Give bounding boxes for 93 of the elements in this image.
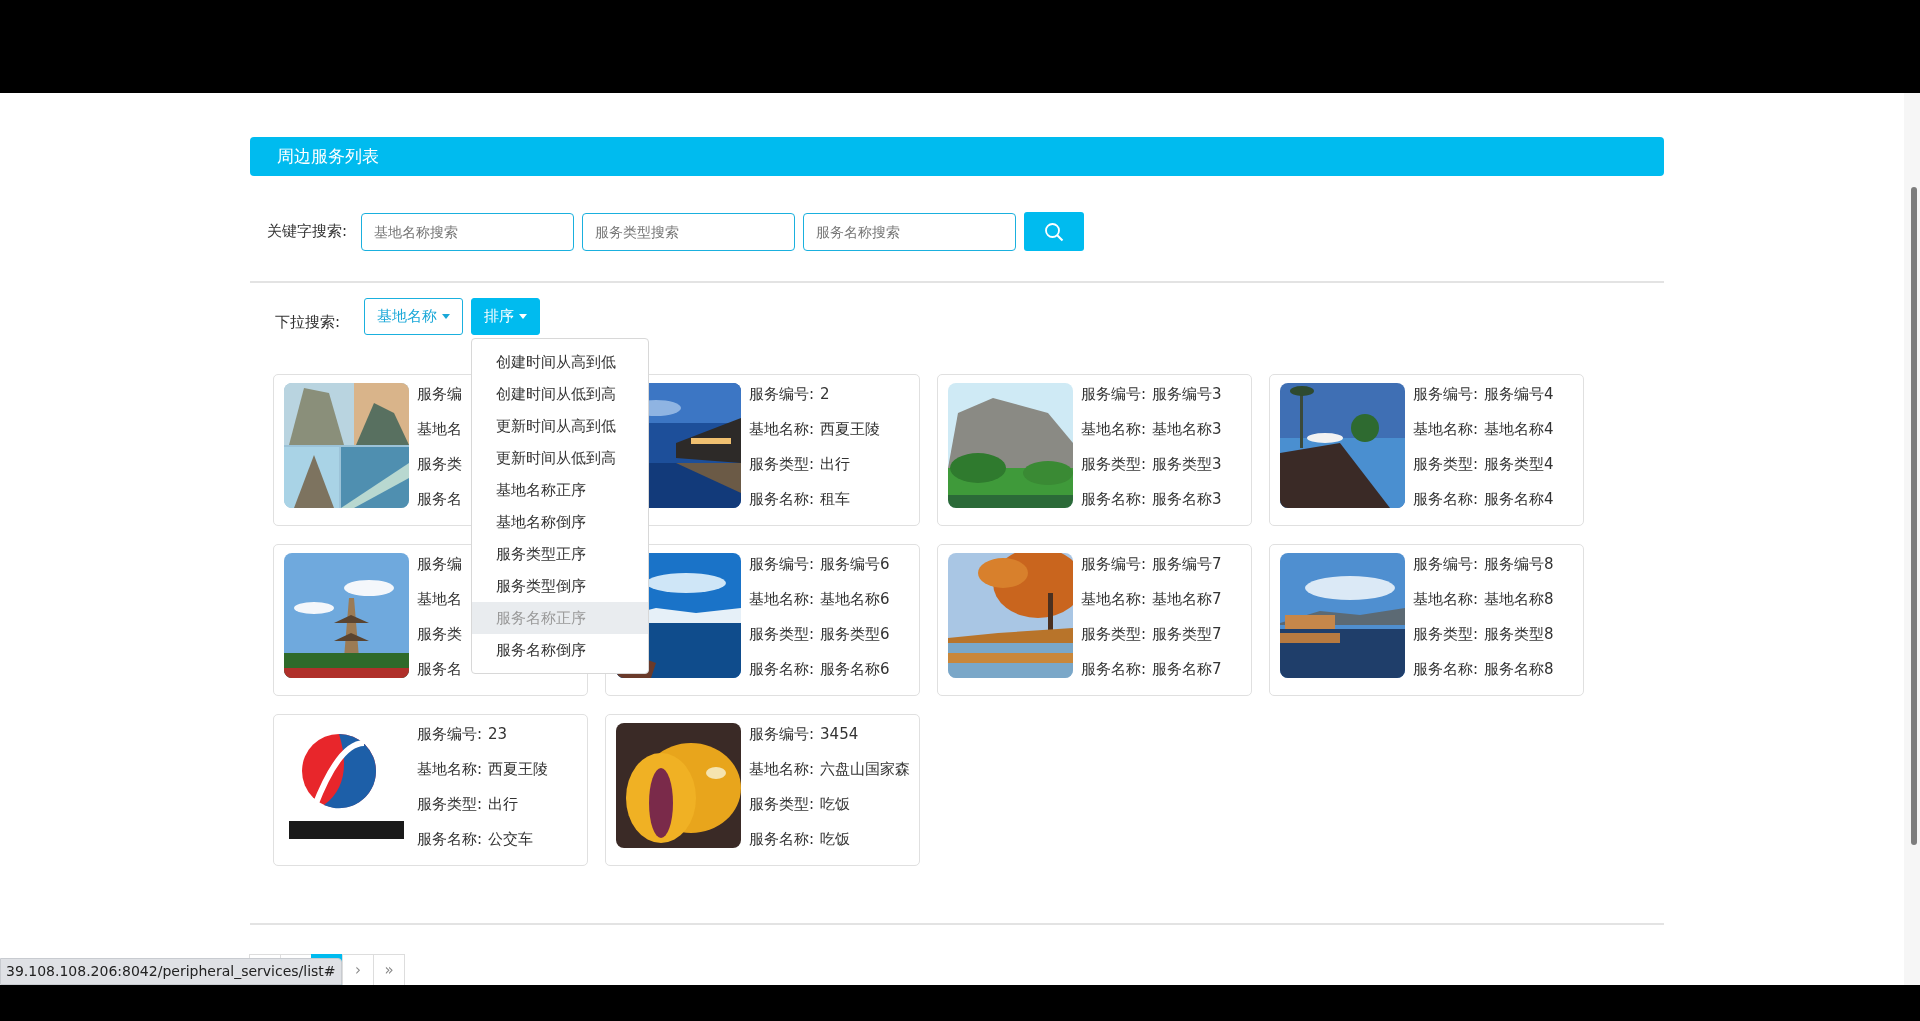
field-label: 服务类型:	[749, 454, 815, 475]
field-value: 服务编号3	[1152, 384, 1222, 405]
field-value: 服务类型6	[820, 624, 890, 645]
field-label: 服务类型:	[1413, 624, 1479, 645]
field-value: 服务编号8	[1484, 554, 1554, 575]
menu-item[interactable]: 服务名称倒序	[472, 634, 649, 666]
field-value: 3454	[820, 724, 859, 745]
field-value: 基地名称6	[820, 589, 890, 610]
field-label: 服务名称:	[1081, 659, 1147, 680]
field-label: 服务名称:	[417, 829, 483, 850]
search-button[interactable]	[1024, 212, 1085, 251]
field-label: 基地名称:	[1413, 589, 1479, 610]
field-label: 服务名	[417, 659, 462, 680]
field-value: 出行	[488, 794, 519, 815]
field-label: 服务编号:	[749, 384, 815, 405]
menu-item[interactable]: 更新时间从高到低	[472, 410, 649, 442]
field-value: 公交车	[488, 829, 534, 850]
field-label: 基地名称:	[1081, 589, 1147, 610]
field-value: 服务名称6	[820, 659, 890, 680]
field-label: 服务类	[417, 624, 462, 645]
field-label: 基地名称:	[749, 419, 815, 440]
field-value: 西夏王陵	[488, 759, 549, 780]
menu-item[interactable]: 基地名称倒序	[472, 506, 649, 538]
field-label: 基地名称:	[749, 759, 815, 780]
field-value: 西夏王陵	[820, 419, 881, 440]
field-label: 服务编号:	[749, 554, 815, 575]
field-value: 租车	[820, 489, 851, 510]
field-label: 基地名称:	[749, 589, 815, 610]
field-label: 服务编号:	[1081, 384, 1147, 405]
menu-item[interactable]: 创建时间从高到低	[472, 346, 649, 378]
field-label: 基地名称:	[1081, 419, 1147, 440]
field-label: 服务类型:	[1413, 454, 1479, 475]
field-label: 服务名称:	[1413, 659, 1479, 680]
status-url-tooltip: 39.108.108.206:8042/peripheral_services/list#	[0, 958, 342, 985]
field-value: 服务类型8	[1484, 624, 1554, 645]
field-label: 服务名称:	[1081, 489, 1147, 510]
caret-icon	[442, 314, 451, 319]
field-label: 服务名称:	[749, 489, 815, 510]
field-label: 服务类	[417, 454, 462, 475]
dropdown-label: 下拉搜索:	[275, 313, 341, 332]
field-value: 服务类型3	[1152, 454, 1222, 475]
field-value: 服务编号4	[1484, 384, 1554, 405]
field-value: 基地名称7	[1152, 589, 1222, 610]
field-label: 基地名称:	[1413, 419, 1479, 440]
field-value: 2	[820, 384, 830, 405]
field-label: 服务类型:	[417, 794, 483, 815]
field-value: 基地名称8	[1484, 589, 1554, 610]
field-value: 服务类型4	[1484, 454, 1554, 475]
field-label: 服务编号:	[749, 724, 815, 745]
field-value: 服务编号6	[820, 554, 890, 575]
caret-icon	[519, 314, 528, 319]
menu-item[interactable]: 基地名称正序	[472, 474, 649, 506]
field-value: 服务名称7	[1152, 659, 1222, 680]
field-label: 基地名	[417, 589, 462, 610]
menu-item[interactable]: 创建时间从低到高	[472, 378, 649, 410]
field-label: 服务编	[417, 554, 462, 575]
panel-header: 周边服务列表	[250, 137, 1664, 176]
field-label: 基地名称:	[417, 759, 483, 780]
menu-item[interactable]: 更新时间从低到高	[472, 442, 649, 474]
scrollbar-thumb[interactable]	[1911, 187, 1917, 845]
field-label: 服务类型:	[1081, 624, 1147, 645]
search-field[interactable]: 基地名称搜索	[361, 212, 575, 251]
field-label: 服务名称:	[749, 829, 815, 850]
menu-item[interactable]: 服务类型倒序	[472, 570, 649, 602]
field-value: 基地名称4	[1484, 419, 1554, 440]
field-value: 吃饭	[820, 829, 851, 850]
field-value: 服务名称4	[1484, 489, 1554, 510]
field-label: 服务类型:	[1081, 454, 1147, 475]
field-label: 服务编号:	[1081, 554, 1147, 575]
field-value: 服务编号7	[1152, 554, 1222, 575]
field-label: 服务类型:	[749, 624, 815, 645]
field-value: 出行	[820, 454, 851, 475]
field-label: 服务编号:	[1413, 554, 1479, 575]
search-icon	[1044, 221, 1065, 242]
field-label: 服务名称:	[1413, 489, 1479, 510]
search-field[interactable]: 服务名称搜索	[803, 212, 1017, 251]
field-label: 服务编号:	[1413, 384, 1479, 405]
field-label: 服务编	[417, 384, 462, 405]
search-field[interactable]: 服务类型搜索	[582, 212, 796, 251]
field-value: 基地名称3	[1152, 419, 1222, 440]
field-value: 服务名称8	[1484, 659, 1554, 680]
menu-item[interactable]: 服务类型正序	[472, 538, 649, 570]
field-label: 服务名	[417, 489, 462, 510]
search-label: 关键字搜索:	[267, 222, 348, 241]
field-value: 23	[488, 724, 508, 745]
field-value: 吃饭	[820, 794, 851, 815]
field-label: 服务类型:	[749, 794, 815, 815]
field-value: 六盘山国家森	[820, 759, 911, 780]
field-label: 服务编号:	[417, 724, 483, 745]
field-value: 服务名称3	[1152, 489, 1222, 510]
field-value: 服务类型7	[1152, 624, 1222, 645]
field-label: 服务名称:	[749, 659, 815, 680]
field-label: 基地名	[417, 419, 462, 440]
